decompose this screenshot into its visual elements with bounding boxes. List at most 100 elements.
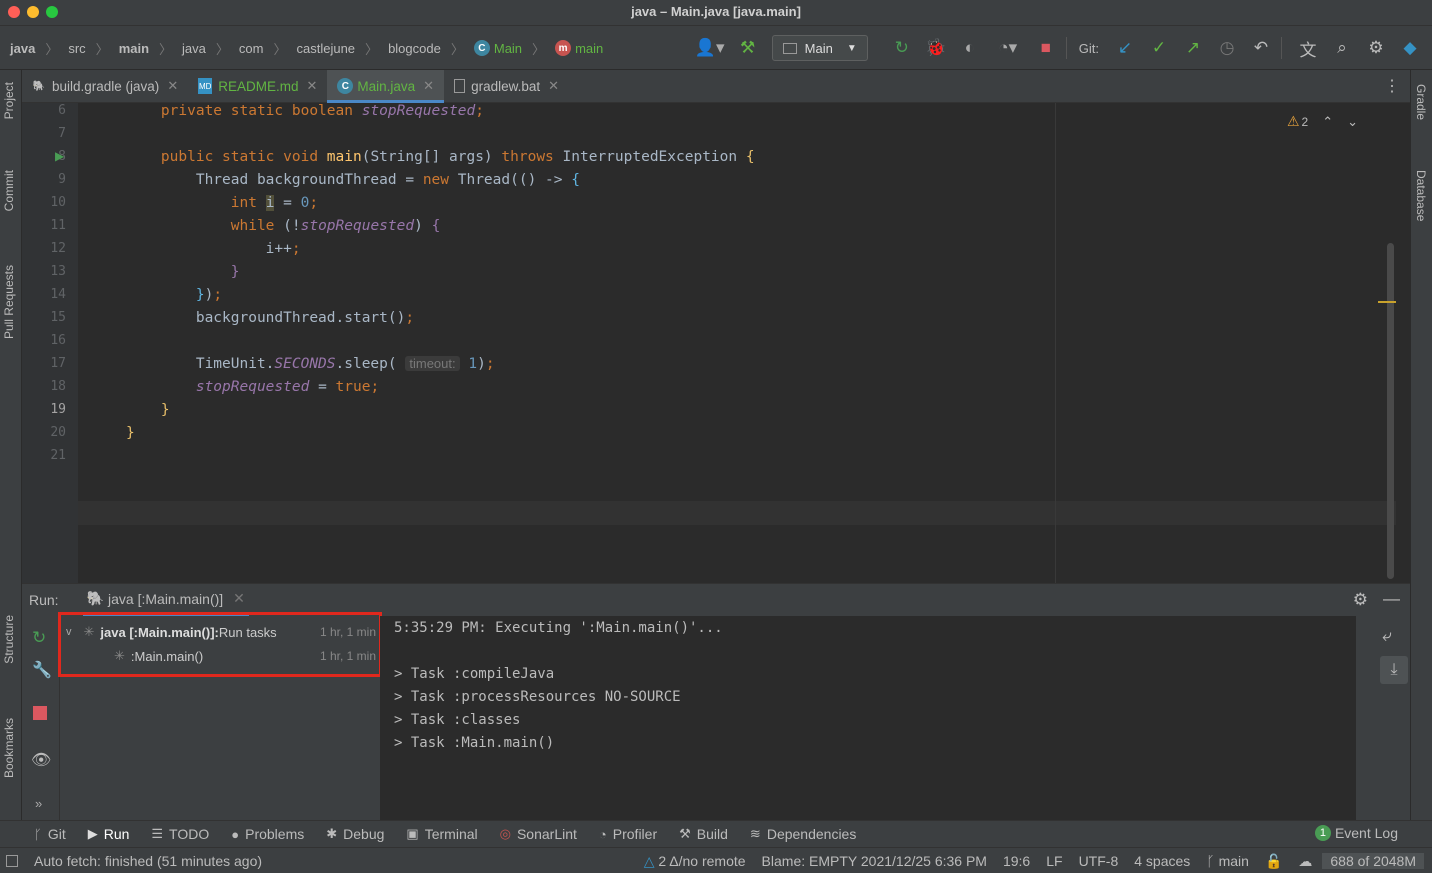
tab-build-gradle[interactable]: 🐘 build.gradle (java) ✕: [22, 70, 188, 103]
run-label: Run:: [29, 592, 59, 608]
eye-icon[interactable]: 👁: [31, 750, 51, 770]
bookmarks-tool-tab[interactable]: Bookmarks: [2, 718, 16, 778]
tool-problems[interactable]: ● Problems: [231, 826, 304, 842]
git-update-icon[interactable]: ↙: [1111, 34, 1139, 62]
blame-status[interactable]: Blame: EMPTY 2021/12/25 6:36 PM: [762, 853, 987, 869]
more-actions-icon[interactable]: »: [35, 796, 42, 811]
pull-requests-tool-tab[interactable]: Pull Requests: [2, 265, 16, 339]
code-line-14: });: [126, 287, 223, 303]
tab-main-java[interactable]: C Main.java ✕: [327, 69, 445, 103]
memory-indicator[interactable]: 688 of 2048M: [1322, 853, 1424, 869]
breadcrumb-main[interactable]: main 〉: [119, 39, 172, 58]
debug-bug-icon[interactable]: 🐞: [922, 34, 950, 62]
lock-icon[interactable]: 🔓: [1265, 853, 1282, 870]
line-number: 6: [58, 103, 66, 118]
wrench-icon[interactable]: 🔧: [32, 660, 52, 680]
history-icon[interactable]: ◷: [1213, 34, 1241, 62]
close-tab-icon[interactable]: ✕: [167, 78, 178, 94]
file-encoding[interactable]: UTF-8: [1079, 853, 1119, 869]
warning-marker[interactable]: [1378, 301, 1396, 303]
soft-wrap-icon[interactable]: ⤶: [1382, 626, 1392, 646]
tool-run[interactable]: ▶ Run: [88, 826, 130, 842]
hide-panel-icon[interactable]: —: [1383, 589, 1400, 609]
breadcrumb-src[interactable]: src 〉: [68, 39, 108, 58]
close-run-tab-icon[interactable]: ✕: [233, 590, 245, 607]
user-menu-icon[interactable]: 👤▾: [692, 34, 728, 62]
breadcrumb-java[interactable]: java 〉: [10, 39, 58, 58]
code-line-11: while (!stopRequested) {: [126, 218, 441, 234]
line-number: 14: [50, 287, 66, 302]
structure-tool-tab[interactable]: Structure: [2, 615, 16, 664]
translate-icon[interactable]: 文: [1294, 34, 1322, 62]
stop-icon[interactable]: ■: [1032, 34, 1060, 62]
tool-git[interactable]: ᚴ Git: [34, 826, 66, 842]
rollback-icon[interactable]: ↶: [1247, 34, 1275, 62]
profiler-icon: ◔: [598, 826, 607, 842]
breadcrumb-java-pkg[interactable]: java 〉: [182, 39, 229, 58]
tool-todo[interactable]: ☰ TODO: [151, 826, 209, 842]
status-message[interactable]: Auto fetch: finished (51 minutes ago): [34, 853, 262, 869]
stop-icon[interactable]: [33, 706, 47, 720]
rerun-icon[interactable]: ↻: [32, 628, 46, 648]
previous-highlight-icon[interactable]: ⌃: [1322, 114, 1333, 130]
breadcrumb-main-method[interactable]: m main: [555, 40, 603, 56]
rerun-icon[interactable]: ↻: [888, 34, 916, 62]
caret-position[interactable]: 19:6: [1003, 853, 1030, 869]
gradle-run-icon: 🐘: [86, 590, 105, 606]
right-margin-guide: [1055, 103, 1056, 583]
search-icon[interactable]: ⌕: [1328, 34, 1356, 62]
class-icon: C: [337, 78, 354, 94]
run-configuration-select[interactable]: Main ▼: [771, 35, 868, 61]
line-separator[interactable]: LF: [1046, 853, 1062, 869]
line-number: 13: [50, 264, 66, 279]
cloud-sync-icon[interactable]: ☁: [1298, 853, 1312, 870]
database-tool-tab[interactable]: Database: [1414, 170, 1428, 221]
terminal-icon: ▣: [406, 826, 419, 841]
tool-dependencies[interactable]: ≋ Dependencies: [750, 826, 856, 842]
build-hammer-icon[interactable]: ⚒: [734, 34, 762, 62]
tool-profiler[interactable]: ◔ Profiler: [599, 826, 657, 842]
project-tool-tab[interactable]: Project: [2, 82, 16, 119]
tool-sonarlint[interactable]: ◎ SonarLint: [500, 826, 577, 842]
scroll-to-end-icon[interactable]: ⤓: [1380, 656, 1408, 684]
event-log-button[interactable]: 1 Event Log: [1314, 825, 1398, 841]
editor-scrollbar[interactable]: [1387, 243, 1394, 579]
line-number: 17: [50, 356, 66, 371]
close-tab-icon[interactable]: ✕: [423, 78, 434, 94]
breadcrumb-castlejune[interactable]: castlejune 〉: [297, 39, 379, 58]
toggle-tool-windows-icon[interactable]: [6, 854, 18, 867]
tool-build[interactable]: ⚒ Build: [679, 826, 728, 842]
run-gutter-icon[interactable]: ▶: [55, 149, 64, 163]
breadcrumb: java 〉 src 〉 main 〉 java 〉 com 〉 castlejune 〉 …: [10, 26, 613, 70]
profile-icon[interactable]: ◔▾: [990, 34, 1026, 62]
git-commit-icon[interactable]: ✓: [1145, 34, 1173, 62]
gradle-tool-tab[interactable]: Gradle: [1414, 84, 1428, 120]
breadcrumb-main-class[interactable]: C Main 〉: [473, 39, 545, 58]
close-tab-icon[interactable]: ✕: [306, 78, 317, 94]
tool-debug[interactable]: ✱ Debug: [326, 826, 384, 842]
tab-readme[interactable]: MD README.md ✕: [188, 70, 327, 103]
run-console[interactable]: 5:35:29 PM: Executing ':Main.main()'... …: [380, 616, 1356, 820]
coverage-icon[interactable]: ◐: [956, 34, 984, 62]
git-branch[interactable]: ᚴ main: [1206, 853, 1249, 869]
next-highlight-icon[interactable]: ⌄: [1347, 114, 1358, 130]
run-settings-gear-icon[interactable]: ⚙: [1353, 590, 1368, 610]
tool-terminal[interactable]: ▣ Terminal: [406, 826, 477, 842]
tab-gradlew-bat[interactable]: gradlew.bat ✕: [444, 70, 569, 103]
indent-setting[interactable]: 4 spaces: [1134, 853, 1190, 869]
breadcrumb-com[interactable]: com 〉: [239, 39, 287, 58]
close-tab-icon[interactable]: ✕: [548, 78, 559, 94]
code-line-13: }: [126, 264, 240, 280]
vcs-status[interactable]: △ 2 Δ/no remote: [644, 853, 746, 870]
warning-triangle-icon: △: [643, 852, 655, 869]
title-bar: java – Main.java [java.main]: [0, 0, 1432, 26]
inspection-widget[interactable]: ⚠ 2 ⌃ ⌄: [1287, 113, 1358, 130]
tab-options-icon[interactable]: ⋮: [1384, 76, 1400, 96]
code-editor[interactable]: private static boolean stopRequested; pu…: [78, 103, 1396, 583]
git-push-icon[interactable]: ↗: [1179, 34, 1207, 62]
breadcrumb-blogcode[interactable]: blogcode 〉: [388, 39, 464, 58]
toolbox-icon[interactable]: ◆: [1396, 34, 1424, 62]
commit-tool-tab[interactable]: Commit: [2, 170, 16, 211]
class-icon: C: [473, 40, 490, 56]
settings-gear-icon[interactable]: ⚙: [1362, 34, 1390, 62]
